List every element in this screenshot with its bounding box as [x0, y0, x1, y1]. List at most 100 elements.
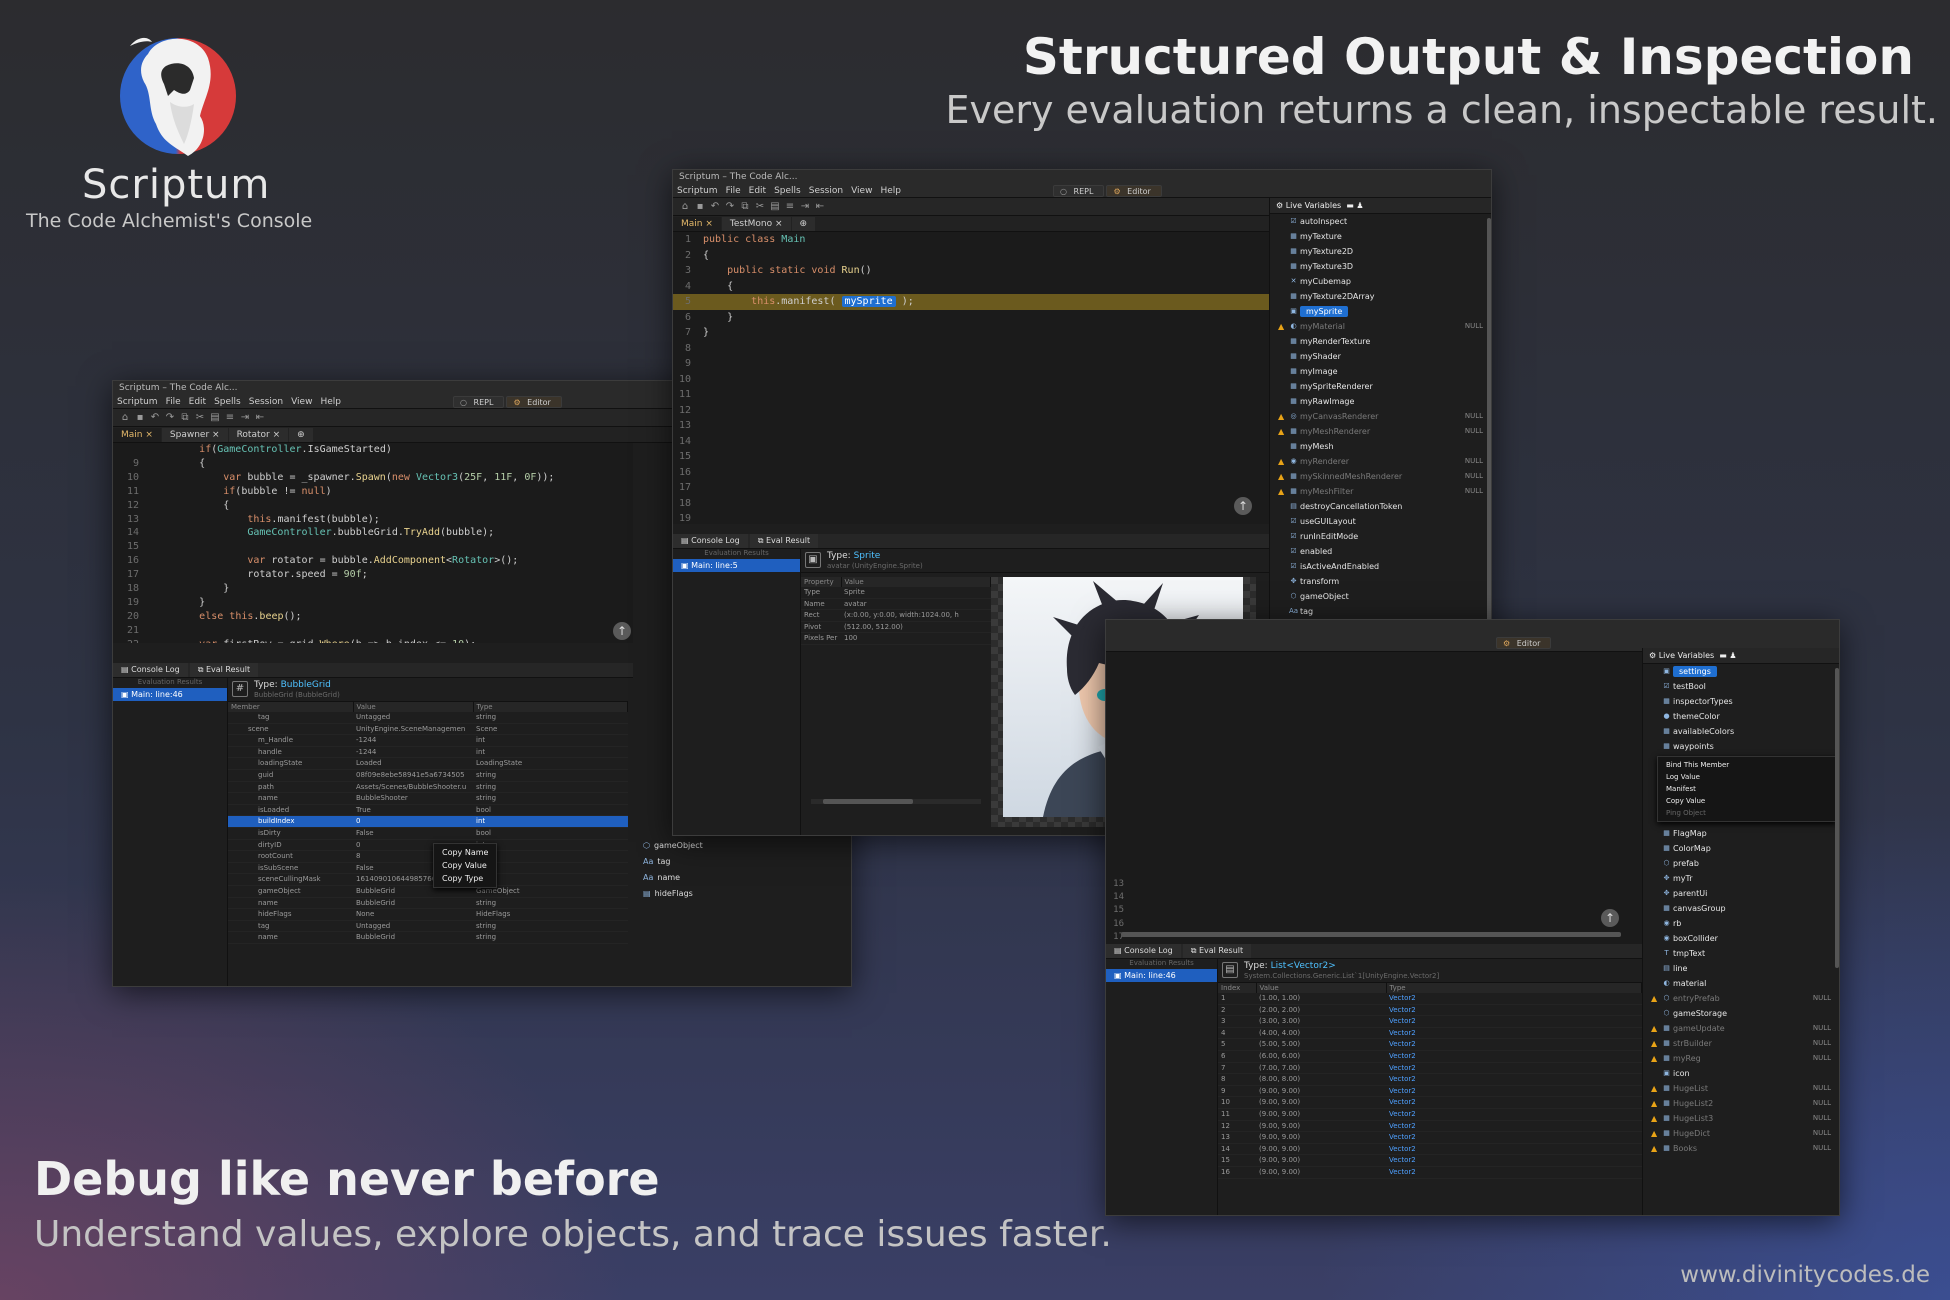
history-item[interactable]: ▣ Main: line:46 — [1106, 969, 1217, 982]
table-row[interactable]: tag Untagged string — [228, 712, 628, 724]
table-row[interactable]: dirtyID0int — [228, 839, 628, 852]
table-row[interactable]: 10 (9.00, 9.00) Vector2 — [1218, 1096, 1642, 1109]
tab-eval-result[interactable]: ⧉ Eval Result — [189, 663, 259, 677]
menu-edit[interactable]: Edit — [185, 395, 210, 408]
copy-icon[interactable]: ⧉ — [739, 201, 751, 213]
variable-item[interactable]: Aa tag — [643, 857, 803, 873]
variable-item[interactable]: ▦ waypoints — [1643, 739, 1839, 754]
menu-view[interactable]: View — [847, 184, 876, 197]
variable-item[interactable]: ▤ line — [1643, 961, 1839, 976]
menu-session[interactable]: Session — [245, 395, 287, 408]
variable-item[interactable]: ▦ canvasGroup — [1643, 901, 1839, 916]
table-row[interactable]: Rect (x:0.00, y:0.00, width:1024.00, h — [801, 609, 991, 622]
variable-item[interactable]: ▲ ▦ HugeList NULL — [1643, 1081, 1839, 1096]
history-item[interactable]: ▣ Main: line:46 — [113, 688, 227, 701]
menu-item-manifest[interactable]: Manifest — [1658, 783, 1836, 795]
menu-item-ping-object[interactable]: Ping Object — [1658, 807, 1836, 819]
scroll-top-icon[interactable]: ↑ — [1234, 497, 1252, 515]
table-row[interactable]: 12 (9.00, 9.00) Vector2 — [1218, 1120, 1642, 1133]
outdent-icon[interactable]: ⇤ — [814, 201, 826, 213]
variable-item[interactable]: ◐ material — [1643, 976, 1839, 991]
menu-item-bind-member[interactable]: Bind This Member — [1658, 759, 1836, 771]
code-line[interactable]: 13 — [1106, 878, 1642, 891]
horizontal-scrollbar[interactable] — [1121, 932, 1621, 937]
code-line[interactable]: 22 var firstRow = grid.Where(b => b.inde… — [113, 638, 633, 643]
variable-item[interactable]: ▲ ▦ HugeList2 NULL — [1643, 1096, 1839, 1111]
variable-item[interactable]: ▦ myTexture2DArray — [1270, 289, 1491, 304]
table-row[interactable]: Type Sprite — [801, 587, 991, 599]
code-line[interactable]: 13 this.manifest(bubble); — [113, 513, 633, 527]
table-row[interactable]: scene UnityEngine.SceneManagemen Scene — [228, 723, 628, 736]
variable-item[interactable]: Aa name — [643, 873, 803, 889]
variable-item[interactable]: ☑ runInEditMode — [1270, 529, 1491, 544]
tab-console-log[interactable]: ▤ Console Log — [1106, 944, 1181, 958]
indent-icon[interactable]: ⇥ — [799, 201, 811, 213]
table-row[interactable]: 9 (9.00, 9.00) Vector2 — [1218, 1085, 1642, 1098]
table-row[interactable]: Name avatar — [801, 598, 991, 611]
variable-item[interactable]: ⬡ gameStorage — [1643, 1006, 1839, 1021]
file-tab-testmono[interactable]: TestMono × — [721, 217, 791, 231]
table-row[interactable]: 8 (8.00, 8.00) Vector2 — [1218, 1073, 1642, 1086]
file-tab-main[interactable]: Main × — [673, 217, 721, 231]
menu-file[interactable]: File — [722, 184, 745, 197]
menu-scriptum[interactable]: Scriptum — [673, 184, 722, 197]
variable-item[interactable]: ▦ myShader — [1270, 349, 1491, 364]
file-tab-main[interactable]: Main × — [113, 428, 161, 442]
column-header[interactable]: Type — [1386, 983, 1642, 993]
variable-item[interactable]: ▲ ▦ myReg NULL — [1643, 1051, 1839, 1066]
variable-item[interactable]: ☑ testBool — [1643, 679, 1839, 694]
code-line[interactable]: 12 — [673, 403, 1269, 419]
menu-item-copy-value[interactable]: Copy Value — [434, 859, 496, 872]
menu-spells[interactable]: Spells — [210, 395, 245, 408]
column-header[interactable]: Value — [353, 702, 474, 712]
variable-item[interactable]: ▲ ▦ HugeDict NULL — [1643, 1126, 1839, 1141]
scroll-top-icon[interactable]: ↑ — [1601, 909, 1619, 927]
variable-item[interactable]: ☑ enabled — [1270, 544, 1491, 559]
tab-eval-result[interactable]: ⧉ Eval Result — [749, 534, 819, 548]
variable-item[interactable]: ☑ useGUILayout — [1270, 514, 1491, 529]
variable-item[interactable]: ▦ availableColors — [1643, 724, 1839, 739]
table-row[interactable]: rootCount8int — [228, 850, 628, 863]
menu-edit[interactable]: Edit — [745, 184, 770, 197]
table-row[interactable]: loadingState Loaded LoadingState — [228, 757, 628, 770]
menu-session[interactable]: Session — [805, 184, 847, 197]
paste-icon[interactable]: ▤ — [769, 201, 781, 213]
variable-item[interactable]: ▣ mySprite — [1270, 304, 1491, 319]
table-row[interactable]: 14 (9.00, 9.00) Vector2 — [1218, 1143, 1642, 1156]
code-line[interactable]: 10 var bubble = _spawner.Spawn(new Vecto… — [113, 471, 633, 485]
variable-item[interactable]: ▦ inspectorTypes — [1643, 694, 1839, 709]
website-url[interactable]: www.divinitycodes.de — [1680, 1262, 1930, 1288]
table-row[interactable]: name BubbleGrid string — [228, 931, 628, 944]
variable-item[interactable]: Aa tag — [1270, 604, 1491, 619]
table-row[interactable]: name BubbleShooter string — [228, 792, 628, 805]
table-row[interactable]: m_Handle -1244 int — [228, 734, 628, 747]
table-row[interactable]: 5 (5.00, 5.00) Vector2 — [1218, 1038, 1642, 1051]
variable-item[interactable]: ◉ rb — [1643, 916, 1839, 931]
variable-item[interactable]: ▲ ▦ myMeshFilter NULL — [1270, 484, 1491, 499]
table-row[interactable]: 1 (1.00, 1.00) Vector2 — [1218, 993, 1642, 1005]
variable-item[interactable]: ▲ ▦ strBuilder NULL — [1643, 1036, 1839, 1051]
paste-icon[interactable]: ▤ — [209, 412, 221, 424]
table-row[interactable]: 16 (9.00, 9.00) Vector2 — [1218, 1166, 1642, 1179]
vertical-scrollbar[interactable] — [1487, 218, 1491, 638]
format-icon[interactable]: ≡ — [784, 201, 796, 213]
code-line[interactable]: 10 — [673, 372, 1269, 388]
code-line[interactable]: 1 public class Main — [673, 232, 1269, 248]
table-row[interactable]: 13 (9.00, 9.00) Vector2 — [1218, 1131, 1642, 1144]
variable-item[interactable]: ◉ boxCollider — [1643, 931, 1839, 946]
column-header[interactable]: Member — [228, 702, 354, 712]
variable-item[interactable]: TtmpText — [1643, 946, 1839, 961]
format-icon[interactable]: ≡ — [224, 412, 236, 424]
variable-item[interactable]: ▲ ◎ myCanvasRenderer NULL — [1270, 409, 1491, 424]
code-line[interactable]: 5 this.manifest( mySprite ); — [673, 294, 1269, 310]
code-line[interactable]: 14 — [673, 434, 1269, 450]
menu-item-copy-name[interactable]: Copy Name — [434, 846, 496, 859]
menu-item-copy-type[interactable]: Copy Type — [434, 872, 496, 885]
table-row[interactable]: 3 (3.00, 3.00) Vector2 — [1218, 1015, 1642, 1028]
horizontal-scrollbar[interactable] — [811, 799, 981, 804]
tab-console-log[interactable]: ▤ Console Log — [673, 534, 748, 548]
table-row[interactable]: gameObject BubbleGrid GameObject — [228, 885, 628, 898]
table-row[interactable]: isDirty False bool — [228, 827, 628, 840]
indent-icon[interactable]: ⇥ — [239, 412, 251, 424]
table-row[interactable]: 15 (9.00, 9.00) Vector2 — [1218, 1154, 1642, 1167]
